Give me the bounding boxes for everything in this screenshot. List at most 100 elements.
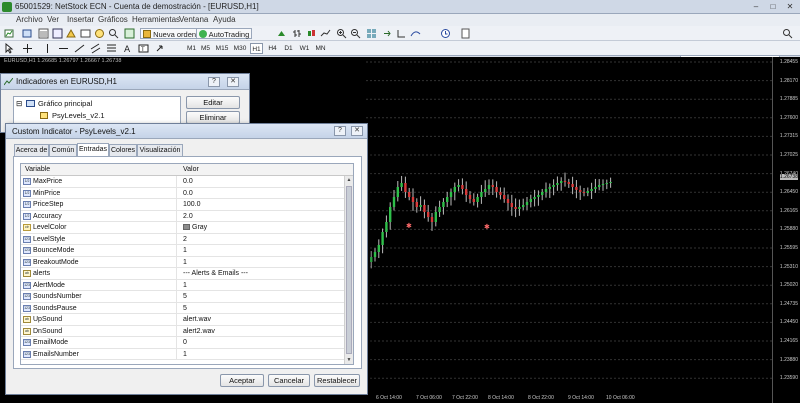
horizontal-line-icon[interactable] [58,43,69,54]
dialog-close-button[interactable]: ✕ [227,77,239,87]
timeframe-mn[interactable]: MN [314,43,327,54]
table-row[interactable]: 1/2 MinPrice 0.0 [21,187,345,199]
timeframe-m5[interactable]: M5 [199,43,212,54]
chart-shift-icon[interactable] [396,28,407,39]
table-row[interactable]: 1/2 Accuracy 2.0 [21,210,345,222]
table-row[interactable]: 123 LevelStyle 2 [21,233,345,245]
variable-value[interactable]: alert2.wav [183,326,215,337]
table-row[interactable]: 1/2 PriceStep 100.0 [21,199,345,211]
buy-icon[interactable] [276,28,287,39]
tester-icon[interactable] [94,28,105,39]
data-window-icon[interactable] [52,28,63,39]
tile-windows-icon[interactable] [366,28,377,39]
metaeditor-icon[interactable] [124,28,135,39]
text-tool-icon[interactable]: A [122,43,133,54]
terminal-icon[interactable] [80,28,91,39]
variable-value[interactable]: Gray [183,222,207,233]
menu-ver[interactable]: Ver [47,15,59,24]
search-icon[interactable] [108,28,119,39]
variable-value[interactable]: --- Alerts & Emails --- [183,268,248,279]
tree-child-psylevels[interactable]: PsyLevels_v2.1 [52,111,105,120]
variable-value[interactable]: 100.0 [183,199,201,210]
equidistant-channel-icon[interactable] [90,43,101,54]
timeframe-h1[interactable]: H1 [250,43,263,54]
templates-icon[interactable] [460,28,471,39]
variable-value[interactable]: 1 [183,245,187,256]
variable-value[interactable]: 0 [183,337,187,348]
table-row[interactable]: 123 SoundsNumber 5 [21,291,345,303]
menu-archivo[interactable]: Archivo [16,15,43,24]
bar-chart-icon[interactable] [292,28,303,39]
tab-common[interactable]: Común [49,144,77,156]
variable-value[interactable]: 1 [183,280,187,291]
vertical-line-icon[interactable] [42,43,53,54]
tab-inputs[interactable]: Entradas [77,143,109,156]
text-label-icon[interactable]: T [138,43,149,54]
inputs-scrollbar[interactable]: ▲ ▼ [344,176,353,364]
tab-about[interactable]: Acerca de [14,144,49,156]
scroll-thumb[interactable] [346,186,352,354]
new-chart-icon[interactable] [4,28,15,39]
variable-value[interactable]: 5 [183,291,187,302]
variable-value[interactable]: 1 [183,257,187,268]
fibonacci-icon[interactable] [106,43,117,54]
table-row[interactable]: 123 EmailsNumber 1 [21,348,345,360]
trendline-icon[interactable] [74,43,85,54]
cancel-button[interactable]: Cancelar [268,374,310,387]
variable-value[interactable]: 2.0 [183,211,193,222]
timeframe-m1[interactable]: M1 [185,43,198,54]
tree-root-label[interactable]: Gráfico principal [38,99,92,108]
scroll-down-icon[interactable]: ▼ [345,356,353,364]
tab-colors[interactable]: Colores [109,144,137,156]
custom-close-button[interactable]: ✕ [351,126,363,136]
reset-button[interactable]: Restablecer [314,374,360,387]
candlestick-icon[interactable] [306,28,317,39]
arrows-icon[interactable] [154,43,165,54]
table-row[interactable]: 123 AlertMode 1 [21,279,345,291]
crosshair-icon[interactable] [22,43,33,54]
navigator-icon[interactable] [66,28,77,39]
autoscroll-icon[interactable] [382,28,393,39]
table-row[interactable]: ab DnSound alert2.wav [21,325,345,337]
custom-help-button[interactable]: ? [334,126,346,136]
timeframe-m30[interactable]: M30 [232,43,248,54]
table-row[interactable]: ab UpSound alert.wav [21,314,345,326]
timeframe-h4[interactable]: H4 [266,43,279,54]
menu-herramientas[interactable]: Herramientas [132,15,180,24]
timeframe-w1[interactable]: W1 [298,43,311,54]
variable-value[interactable]: 1 [183,349,187,360]
timeframe-d1[interactable]: D1 [282,43,295,54]
table-row[interactable]: 123 EmailMode 0 [21,337,345,349]
close-button[interactable]: ✕ [782,1,798,13]
new-order-button[interactable]: Nueva orden [140,28,200,39]
minimize-button[interactable]: – [748,1,764,13]
table-row[interactable]: 1/2 MaxPrice 0.0 [21,176,345,188]
variable-value[interactable]: 0.0 [183,188,193,199]
scroll-up-icon[interactable]: ▲ [345,176,353,184]
tab-visualization[interactable]: Visualización [137,144,183,156]
periods-clock-icon[interactable] [440,28,451,39]
zoom-in-icon[interactable] [336,28,347,39]
table-row[interactable]: clr LevelColor Gray [21,222,345,234]
search-go-icon[interactable] [782,28,793,39]
edit-button[interactable]: Editar [186,96,240,109]
ok-button[interactable]: Aceptar [220,374,264,387]
indicators-icon[interactable] [410,28,421,39]
autotrading-button[interactable]: AutoTrading [196,28,253,39]
timeframe-m15[interactable]: M15 [214,43,230,54]
variable-value[interactable]: alert.wav [183,314,211,325]
variable-value[interactable]: 2 [183,234,187,245]
table-row[interactable]: 123 BreakoutMode 1 [21,256,345,268]
profiles-icon[interactable] [22,28,33,39]
variable-value[interactable]: 5 [183,303,187,314]
menu-ayuda[interactable]: Ayuda [213,15,236,24]
line-chart-icon[interactable] [320,28,331,39]
table-row[interactable]: 123 BounceMode 1 [21,245,345,257]
help-button[interactable]: ? [208,77,220,87]
maximize-button[interactable]: □ [765,1,781,13]
menu-ventana[interactable]: Ventana [179,15,208,24]
cursor-icon[interactable] [4,43,15,54]
table-row[interactable]: 123 SoundsPause 5 [21,302,345,314]
variable-value[interactable]: 0.0 [183,176,193,187]
menu-insertar[interactable]: Insertar [67,15,94,24]
